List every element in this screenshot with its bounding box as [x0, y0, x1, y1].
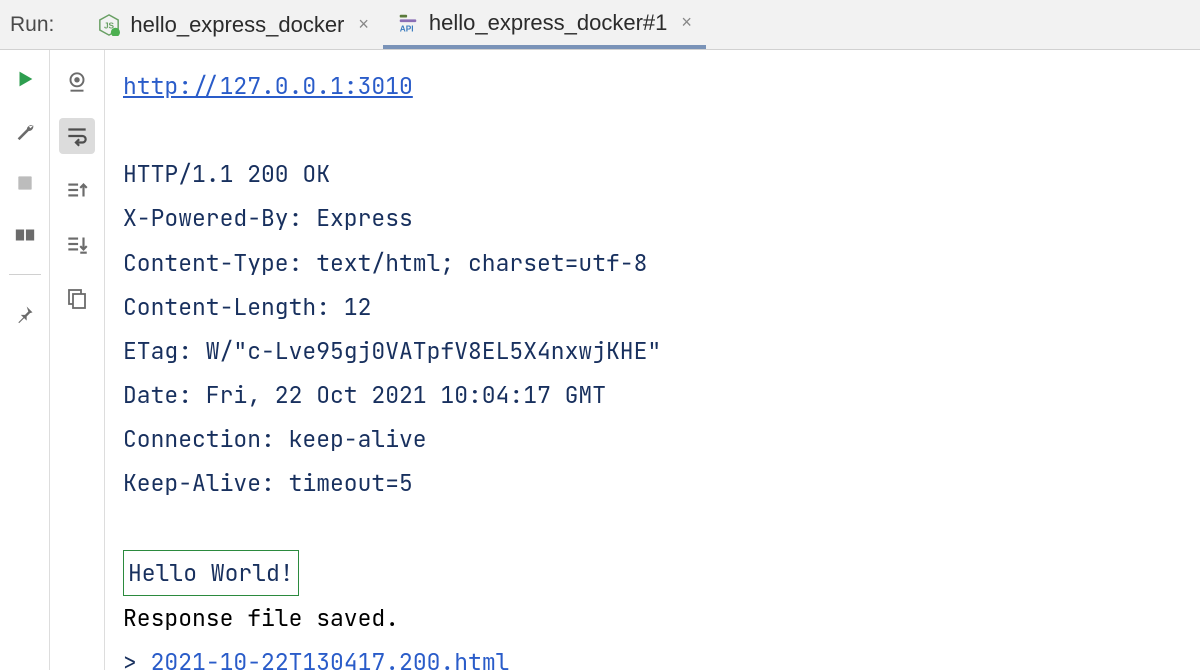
request-url-link[interactable]: http://127.0.0.1:3010: [123, 71, 413, 101]
saved-file-line: > 2021-10-22T130417.200.html: [123, 640, 1200, 670]
blank-line: [123, 506, 1200, 550]
soft-wrap-icon[interactable]: [59, 118, 95, 154]
response-body: Hello World!: [123, 550, 299, 596]
copy-icon[interactable]: [59, 280, 95, 316]
pin-icon[interactable]: [10, 299, 40, 329]
saved-file-link[interactable]: 2021-10-22T130417.200.html: [151, 647, 510, 670]
header-line: Content-Type: text/html; charset=utf-8: [123, 241, 1200, 285]
request-url-line: http://127.0.0.1:3010: [123, 64, 1200, 108]
api-icon: API: [397, 12, 419, 34]
prompt-char: >: [123, 647, 137, 670]
nodejs-icon: JS: [98, 14, 120, 36]
blank-line: [123, 108, 1200, 152]
tabs-container: JS hello_express_docker × API hello_expr…: [84, 0, 706, 49]
scroll-to-top-icon[interactable]: [59, 172, 95, 208]
header-line: Connection: keep-alive: [123, 417, 1200, 461]
response-body-line: Hello World!: [123, 550, 1200, 596]
tab-bar: Run: JS hello_express_docker ×: [0, 0, 1200, 50]
response-saved-text: Response file saved.: [123, 596, 1200, 640]
close-icon[interactable]: ×: [681, 12, 692, 33]
tab-hello-express-docker[interactable]: JS hello_express_docker ×: [84, 0, 383, 49]
header-line: Content-Length: 12: [123, 285, 1200, 329]
secondary-actions-column: [50, 50, 105, 670]
actions-divider: [9, 274, 41, 275]
close-icon[interactable]: ×: [358, 14, 369, 35]
stop-button[interactable]: [10, 168, 40, 198]
layout-icon[interactable]: [10, 220, 40, 250]
header-line: Keep-Alive: timeout=5: [123, 461, 1200, 505]
scroll-to-end-icon[interactable]: [59, 226, 95, 262]
rerun-button[interactable]: [10, 64, 40, 94]
console-output[interactable]: http://127.0.0.1:3010 HTTP/1.1 200 OK X-…: [105, 50, 1200, 670]
run-label: Run:: [10, 13, 54, 37]
status-line: HTTP/1.1 200 OK: [123, 152, 1200, 196]
tab-label: hello_express_docker: [130, 12, 344, 38]
main-area: http://127.0.0.1:3010 HTTP/1.1 200 OK X-…: [0, 50, 1200, 670]
show-http-icon[interactable]: [59, 64, 95, 100]
tab-hello-express-docker-1[interactable]: API hello_express_docker#1 ×: [383, 0, 706, 49]
primary-actions-column: [0, 50, 50, 670]
header-line: X-Powered-By: Express: [123, 196, 1200, 240]
header-line: Date: Fri, 22 Oct 2021 10:04:17 GMT: [123, 373, 1200, 417]
tab-label: hello_express_docker#1: [429, 10, 668, 36]
run-tool-window: Run: JS hello_express_docker ×: [0, 0, 1200, 670]
svg-text:API: API: [400, 24, 414, 33]
header-line: ETag: W/"c-Lve95gj0VATpfV8EL5X4nxwjKHE": [123, 329, 1200, 373]
wrench-icon[interactable]: [10, 116, 40, 146]
